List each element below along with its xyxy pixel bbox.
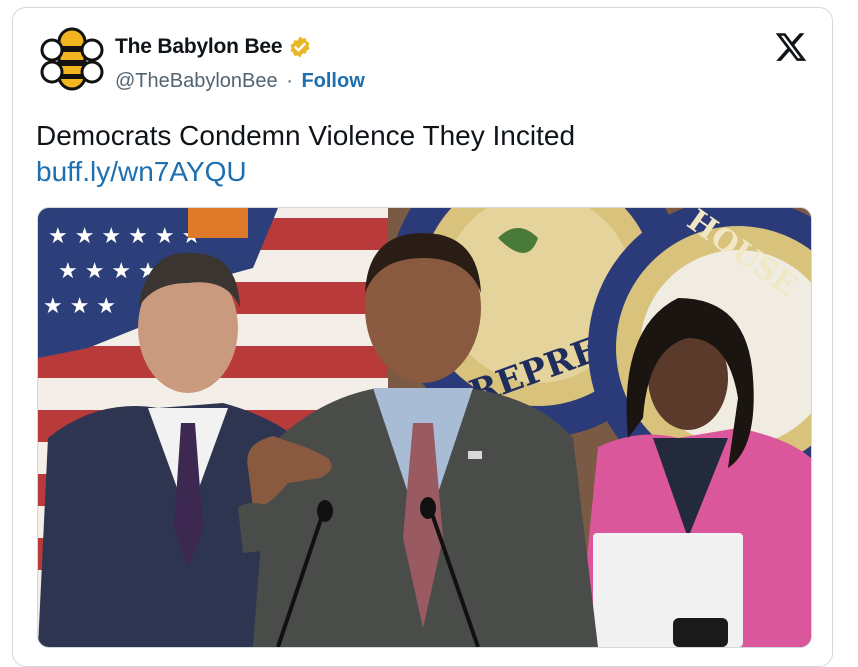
verified-badge-icon bbox=[290, 36, 310, 58]
tweet-link[interactable]: buff.ly/wn7AYQU bbox=[36, 154, 575, 190]
display-name[interactable]: The Babylon Bee bbox=[115, 35, 283, 59]
account-handle[interactable]: @TheBabylonBee bbox=[115, 70, 278, 92]
separator: · bbox=[286, 70, 293, 92]
press-conference-photo: ★ ★ ★ ★ ★ ★ ★ ★ ★ ★ ★ ★ ★ ★ REPRESE HOUS… bbox=[38, 208, 811, 647]
tweet-text: Democrats Condemn Violence They Incited bbox=[36, 120, 576, 151]
handle-row: @TheBabylonBee · Follow bbox=[115, 70, 365, 93]
babylon-bee-logo-icon[interactable] bbox=[39, 26, 105, 92]
account-name-row: The Babylon Bee bbox=[115, 35, 312, 59]
tweet-body: Democrats Condemn Violence They Incited … bbox=[36, 118, 575, 190]
follow-button[interactable]: Follow bbox=[301, 70, 364, 92]
svg-text:★ ★ ★: ★ ★ ★ bbox=[43, 294, 116, 319]
tweet-photo[interactable]: ★ ★ ★ ★ ★ ★ ★ ★ ★ ★ ★ ★ ★ ★ REPRESE HOUS… bbox=[37, 207, 812, 648]
svg-text:★ ★ ★ ★ ★ ★: ★ ★ ★ ★ ★ ★ bbox=[48, 224, 201, 249]
tweet-card[interactable]: The Babylon Bee @TheBabylonBee · Follow … bbox=[12, 7, 833, 667]
x-logo-icon[interactable] bbox=[774, 30, 808, 64]
